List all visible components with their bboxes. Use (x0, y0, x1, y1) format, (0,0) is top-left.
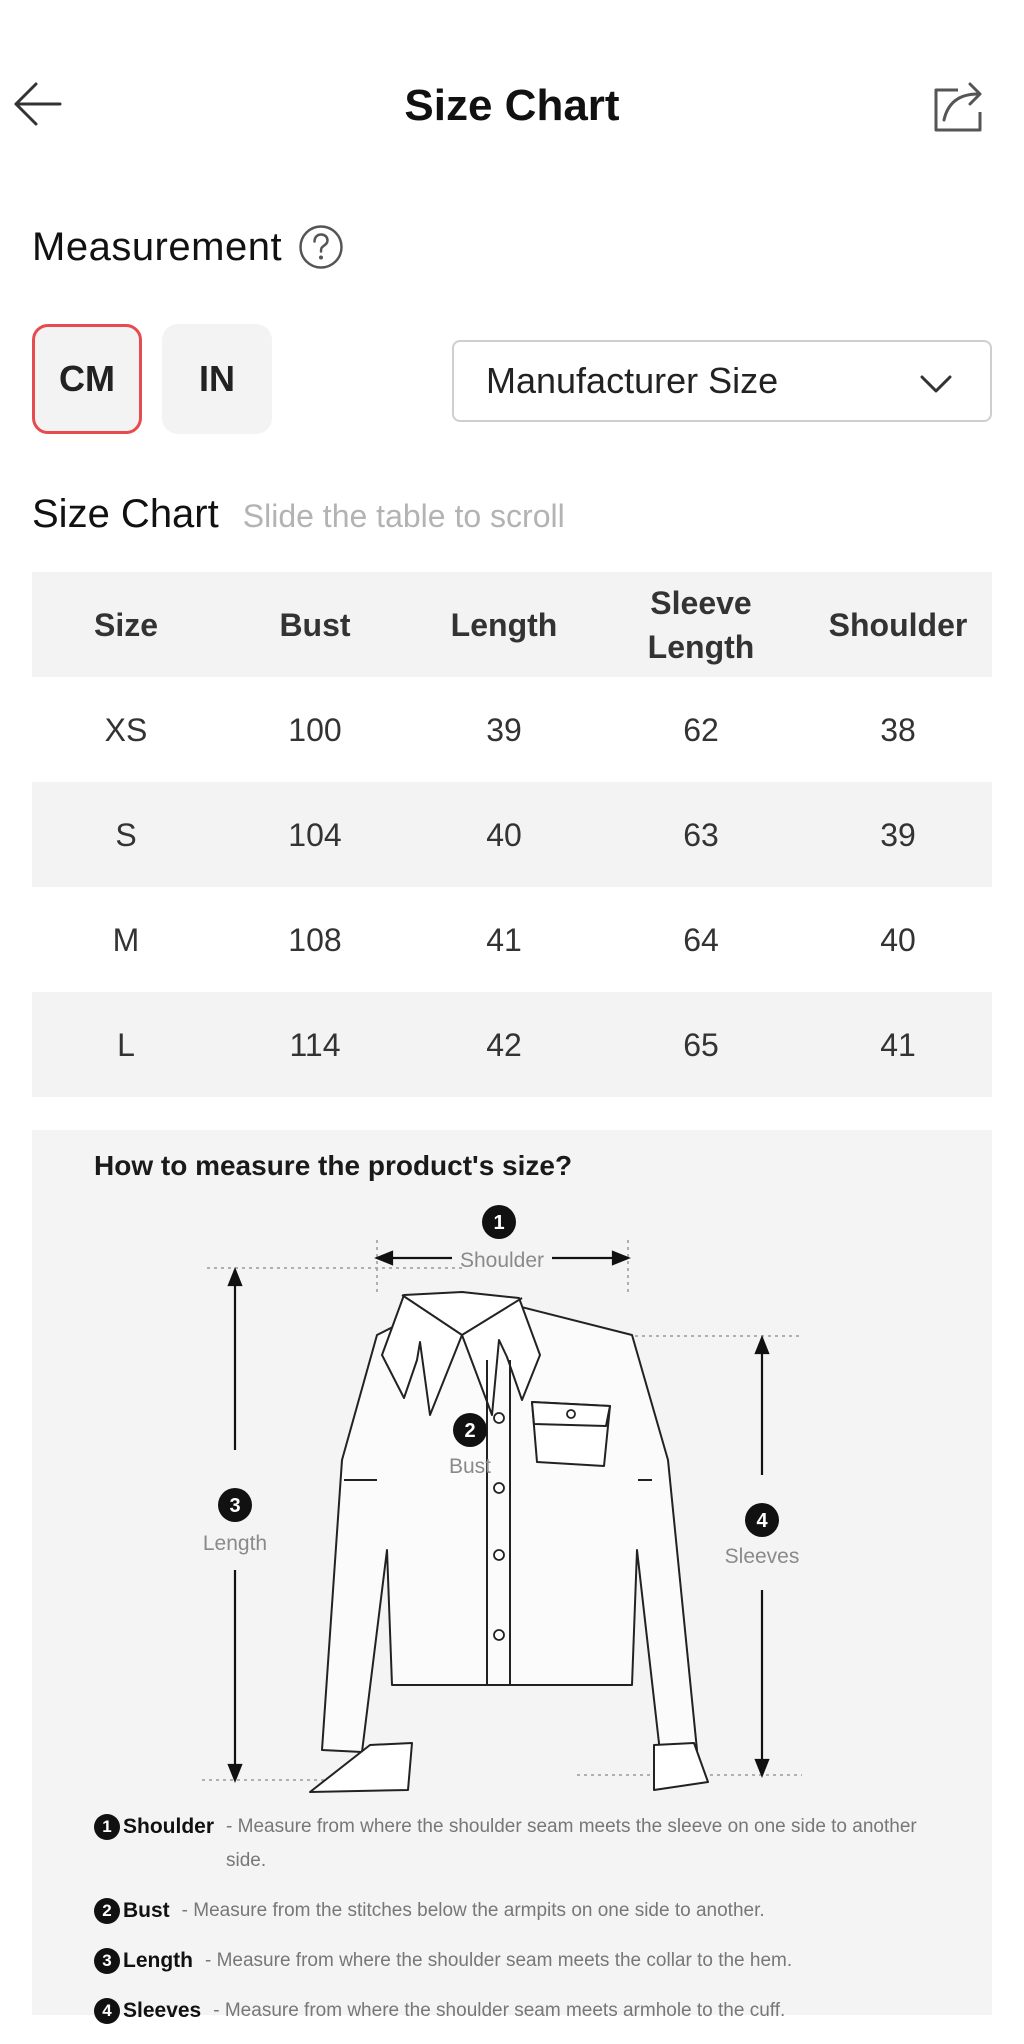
svg-text:Length: Length (203, 1532, 267, 1555)
column-header-size: Size (93, 606, 159, 643)
measurement-label: Measurement (32, 224, 283, 269)
cell-bust: 114 (289, 1026, 341, 1063)
cell-sleeve-length: 64 (683, 921, 719, 958)
legend-description: - Measure from the stitches below the ar… (181, 1900, 765, 1921)
legend-name: Sleeves (123, 1999, 202, 2022)
legend-number: 4 (94, 1998, 120, 2024)
legend-name: Shoulder (123, 1815, 215, 1838)
legend-item: 4 Sleeves - Measure from where the shoul… (94, 1994, 954, 2028)
cell-length: 39 (486, 711, 522, 748)
svg-text:Shoulder: Shoulder (460, 1249, 544, 1272)
diagram-label-sleeves: 4 Sleeves (725, 1503, 800, 1568)
scroll-hint: Slide the table to scroll (242, 498, 565, 534)
cell-size: M (112, 921, 140, 958)
cell-shoulder: 38 (880, 711, 916, 748)
cell-shoulder: 40 (880, 921, 916, 958)
cell-size: XS (104, 711, 148, 748)
cell-sleeve-length: 63 (683, 816, 719, 853)
legend-description: - Measure from where the shoulder seam m… (213, 2000, 786, 2021)
svg-text:Bust: Bust (449, 1455, 491, 1478)
column-header-length: Length (450, 606, 558, 643)
cell-bust: 100 (288, 711, 342, 748)
table-row: M 108 41 64 40 (32, 887, 992, 992)
cell-length: 40 (486, 816, 522, 853)
size-chart-heading: Size Chart Slide the table to scroll (32, 492, 565, 537)
share-button[interactable] (930, 78, 986, 134)
legend-item: 2 Bust - Measure from the stitches below… (94, 1894, 954, 1928)
cell-shoulder: 39 (880, 816, 916, 853)
legend-number: 2 (94, 1898, 120, 1924)
legend-item: 3 Length - Measure from where the should… (94, 1944, 954, 1978)
cell-shoulder: 41 (880, 1026, 916, 1063)
column-header-bust: Bust (279, 606, 351, 643)
size-table[interactable]: Size Bust Length Sleeve Length Shoulder … (32, 572, 992, 1097)
svg-text:1: 1 (493, 1212, 504, 1234)
cell-bust: 104 (288, 816, 342, 853)
cell-size: L (117, 1026, 135, 1063)
unit-cm-button[interactable]: CM (32, 324, 142, 434)
diagram-label-length: 3 Length (203, 1488, 267, 1555)
legend-description: - Measure from where the shoulder seam m… (204, 1950, 793, 1971)
cell-sleeve-length: 62 (683, 711, 719, 748)
shirt-measure-diagram: 1 Shoulder 2 Bust 3 Length 4 Sleeves (202, 1205, 802, 1793)
cell-sleeve-length: 65 (683, 1026, 719, 1063)
measure-guide-panel: 1 Shoulder 2 Bust 3 Length 4 Sleeves How… (32, 1130, 992, 2024)
legend-number: 1 (94, 1814, 120, 1840)
cell-bust: 108 (288, 921, 342, 958)
table-header-row: Size Bust Length Sleeve Length Shoulder (32, 572, 992, 677)
table-row: XS 100 39 62 38 (32, 677, 992, 782)
measure-legend: 1 Shoulder - Measure from where the shou… (94, 1810, 954, 2044)
cell-length: 42 (486, 1026, 522, 1063)
svg-text:2: 2 (464, 1420, 475, 1442)
cell-size: S (115, 816, 137, 853)
cell-length: 41 (486, 921, 522, 958)
svg-text:Sleeves: Sleeves (725, 1545, 800, 1568)
table-row: L 114 42 65 41 (32, 992, 992, 1097)
guide-title: How to measure the product's size? (94, 1150, 573, 1181)
legend-number: 3 (94, 1948, 120, 1974)
legend-name: Length (123, 1949, 193, 1972)
measurement-row: Measurement (32, 222, 344, 272)
svg-text:4: 4 (756, 1510, 768, 1532)
table-row: S 104 40 63 39 (32, 782, 992, 887)
size-type-dropdown[interactable]: Manufacturer Size (452, 340, 992, 422)
column-header-shoulder: Shoulder (828, 606, 968, 643)
legend-description: - Measure from where the shoulder seam m… (226, 1816, 917, 1871)
share-icon (934, 82, 982, 132)
legend-item: 1 Shoulder - Measure from where the shou… (94, 1810, 954, 1878)
svg-text:3: 3 (229, 1495, 240, 1517)
header-bar: Size Chart (0, 0, 1024, 210)
sleeve-length-text: Sleeve Length (647, 584, 755, 665)
column-header-sleeve-length: Sleeve Length (598, 581, 804, 669)
size-type-value: Manufacturer Size (486, 360, 779, 401)
size-chart-title: Size Chart (32, 492, 219, 536)
unit-in-button[interactable]: IN (162, 324, 272, 434)
diagram-label-shoulder: 1 Shoulder (460, 1205, 544, 1272)
chevron-down-icon (920, 375, 952, 393)
page-title: Size Chart (404, 81, 620, 130)
legend-name: Bust (123, 1899, 170, 1922)
question-circle-icon[interactable] (298, 224, 344, 270)
